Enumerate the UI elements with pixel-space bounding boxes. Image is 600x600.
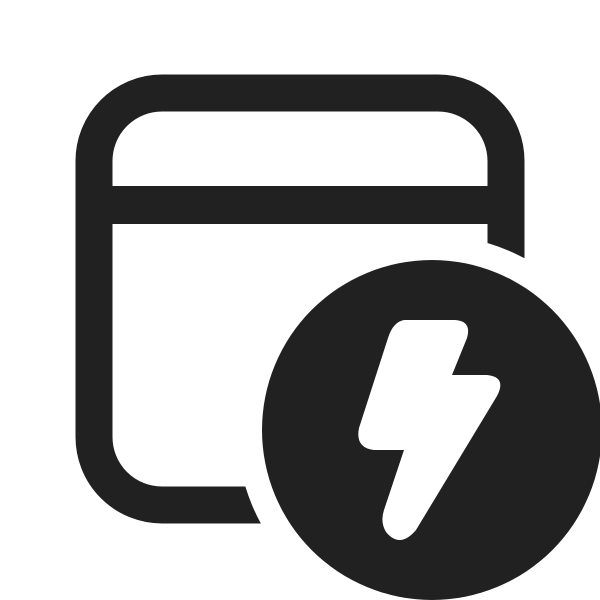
- icon-canvas: [0, 0, 600, 600]
- window-flash-icon: [75, 74, 600, 600]
